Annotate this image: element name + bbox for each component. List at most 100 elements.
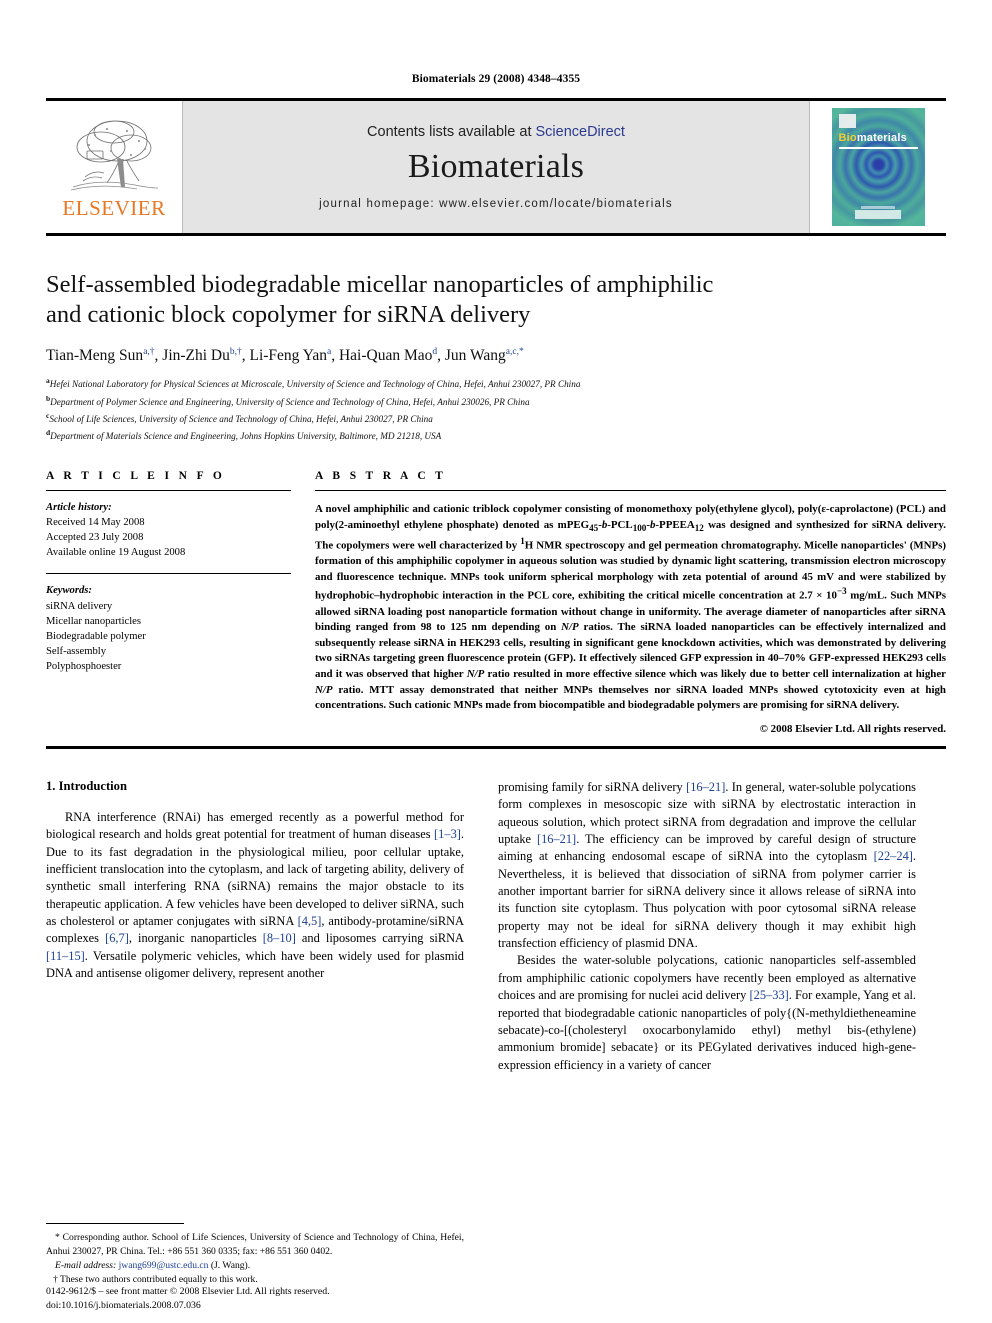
affiliation: bDepartment of Polymer Science and Engin…	[46, 393, 946, 410]
journal-article-page: Biomaterials 29 (2008) 4348–4355 ELSEVIE…	[0, 0, 992, 1323]
footnote-block: * Corresponding author. School of Life S…	[46, 1223, 464, 1287]
abstract-np-3: N/P	[315, 683, 333, 696]
paragraph: Besides the water-soluble polycations, c…	[498, 952, 916, 1074]
abstract-sub-12: 12	[694, 523, 704, 534]
journal-homepage[interactable]: journal homepage: www.elsevier.com/locat…	[319, 198, 673, 210]
citation-ref[interactable]: [25–33]	[750, 988, 789, 1002]
article-info-column: A R T I C L E I N F O Article history: R…	[46, 470, 291, 735]
imprint-doi: doi:10.1016/j.biomaterials.2008.07.036	[46, 1299, 201, 1311]
author: Hai-Quan Maod,	[339, 347, 445, 364]
article-info-rule	[46, 490, 291, 492]
abstract-rule	[315, 490, 946, 492]
article-info-separator	[46, 573, 291, 575]
keyword-item: Self-assembly	[46, 645, 107, 657]
article-title-line1: Self-assembled biodegradable micellar na…	[46, 271, 714, 298]
keyword-item: siRNA delivery	[46, 600, 113, 612]
abstract-sub-45: 45	[589, 523, 599, 534]
paragraph: promising family for siRNA delivery [16–…	[498, 779, 916, 953]
imprint-block: 0142-9612/$ – see front matter © 2008 El…	[46, 1285, 506, 1313]
para-seg: . Due to its fast degradation in the phy…	[46, 827, 464, 929]
sciencedirect-link[interactable]: ScienceDirect	[536, 124, 625, 140]
journal-masthead: ELSEVIER Contents lists available at Sci…	[46, 98, 946, 236]
abstract-heading: A B S T R A C T	[315, 470, 447, 483]
affiliation: dDepartment of Materials Science and Eng…	[46, 427, 946, 444]
cover-footer-line	[861, 206, 895, 209]
footnote-email: E-mail address: jwang699@ustc.edu.cn (J.…	[46, 1259, 464, 1273]
footnote-text: Corresponding author. School of Life Sci…	[46, 1232, 464, 1258]
citation-ref[interactable]: [4,5]	[298, 914, 322, 928]
affiliation-list: aHefei National Laboratory for Physical …	[46, 375, 946, 444]
citation-ref[interactable]: [16–21]	[686, 780, 725, 794]
cover-rule	[838, 147, 918, 149]
author-name: Hai-Quan Mao	[338, 347, 433, 365]
elsevier-wordmark: ELSEVIER	[62, 196, 166, 220]
article-history: Article history: Received 14 May 2008 Ac…	[46, 500, 291, 560]
cover-title: Biomaterials	[839, 132, 907, 144]
email-label: E-mail address:	[55, 1260, 117, 1272]
abstract-sup-neg3: −3	[836, 586, 847, 597]
cover-title-materials: materials	[856, 132, 907, 144]
footnote-corresponding-line: * Corresponding author. School of Life S…	[46, 1231, 464, 1259]
email-address-link[interactable]: jwang699@ustc.edu.cn	[119, 1260, 209, 1271]
masthead-center: Contents lists available at ScienceDirec…	[183, 101, 809, 233]
publisher-logo: ELSEVIER	[46, 101, 183, 233]
author-affil-marker: a,†	[143, 347, 155, 358]
affiliation: aHefei National Laboratory for Physical …	[46, 375, 946, 392]
article-info-heading: A R T I C L E I N F O	[46, 470, 226, 483]
running-head: Biomaterials 29 (2008) 4348–4355	[411, 73, 581, 85]
author-name: Jin-Zhi Du	[162, 347, 230, 365]
abstract-seg: -PPEEA	[655, 518, 695, 531]
author: Li-Feng Yana,	[250, 347, 339, 364]
author-name: Tian-Meng Sun	[46, 347, 144, 365]
abstract-seg: ratio resulted in more effective silence…	[484, 668, 946, 681]
body-column-right: promising family for siRNA delivery [16–…	[498, 779, 916, 1074]
article-title: Self-assembled biodegradable micellar na…	[46, 270, 946, 330]
para-seg: and liposomes carrying siRNA	[295, 931, 465, 946]
article-title-line2: and cationic block copolymer for siRNA d…	[46, 301, 531, 329]
cover-title-bio: Bio	[838, 132, 857, 144]
abstract-text: A novel amphiphilic and cationic tribloc…	[315, 502, 946, 714]
para-seg: promising family for siRNA delivery	[498, 779, 687, 794]
abstract-bottom-rule	[46, 745, 946, 749]
footnote-text: These two authors contributed equally to…	[57, 1274, 258, 1286]
keywords-label: Keywords:	[46, 585, 92, 597]
affiliation-text: School of Life Sciences, University of S…	[49, 413, 433, 424]
author: Jun Wanga,c,*	[445, 347, 524, 364]
author-affil-marker: b,†	[229, 347, 242, 358]
citation-ref[interactable]: [16–21]	[537, 832, 576, 846]
citation-ref[interactable]: [8–10]	[263, 931, 296, 945]
history-item: Accepted 23 July 2008	[46, 532, 144, 544]
author: Tian-Meng Suna,†,	[46, 347, 162, 364]
paragraph: RNA interference (RNAi) has emerged rece…	[46, 809, 464, 983]
affiliation-text: Department of Polymer Science and Engine…	[50, 396, 530, 407]
citation-ref[interactable]: [22–24]	[874, 849, 913, 863]
author-list: Tian-Meng Suna,†, Jin-Zhi Dub,†, Li-Feng…	[46, 347, 946, 365]
keywords-block: Keywords: siRNA delivery Micellar nanopa…	[46, 583, 291, 673]
para-seg: . Nevertheless, it is believed that diss…	[498, 849, 916, 951]
abstract-np-2: N/P	[466, 668, 485, 681]
abstract-seg: -PCL	[607, 518, 633, 531]
author-affil-marker: a,c,*	[505, 347, 524, 358]
journal-cover-thumbnail: Biomaterials	[809, 101, 946, 233]
abstract-sub-100: 100	[632, 523, 647, 534]
author-sep: ,	[331, 347, 339, 365]
footnote-corresponding: * Corresponding author. School of Life S…	[46, 1231, 464, 1259]
cover-image: Biomaterials	[831, 108, 925, 226]
citation-ref[interactable]: [1–3]	[434, 827, 461, 841]
article-history-label: Article history:	[46, 502, 112, 514]
section-heading-introduction: 1. Introduction	[46, 778, 127, 793]
keyword-item: Micellar nanoparticles	[46, 615, 142, 627]
abstract-column: A B S T R A C T A novel amphiphilic and …	[315, 470, 946, 735]
abstract-seg: ratio. MTT assay demonstrated that neith…	[315, 683, 946, 712]
journal-title: Biomaterials	[407, 148, 585, 185]
citation-ref[interactable]: [11–15]	[46, 949, 85, 963]
author: Jin-Zhi Dub,†,	[162, 347, 249, 364]
citation-ref[interactable]: [6,7]	[105, 931, 129, 945]
para-seg: , inorganic nanoparticles	[128, 931, 263, 946]
author-name: Li-Feng Yan	[249, 347, 328, 365]
affiliation-text: Department of Materials Science and Engi…	[50, 431, 442, 442]
contents-prefix: Contents lists available at	[367, 124, 536, 140]
abstract-np-1: N/P	[561, 621, 579, 634]
copyright-line: © 2008 Elsevier Ltd. All rights reserved…	[759, 722, 946, 735]
email-suffix: (J. Wang).	[208, 1260, 251, 1272]
